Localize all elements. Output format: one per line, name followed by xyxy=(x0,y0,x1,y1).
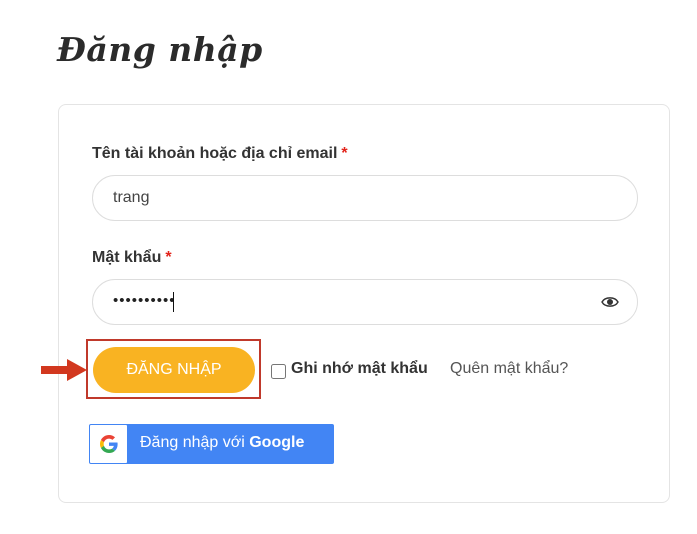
password-field[interactable]: •••••••••• xyxy=(92,279,638,325)
google-login-button[interactable]: Đăng nhập với Google xyxy=(89,424,334,464)
username-label-text: Tên tài khoản hoặc địa chỉ email xyxy=(92,145,338,162)
password-label: Mật khẩu * xyxy=(92,249,172,267)
password-required-mark: * xyxy=(165,249,172,266)
red-arrow-icon xyxy=(41,359,87,381)
username-required-mark: * xyxy=(341,145,348,162)
google-brand-text: Google xyxy=(249,434,305,451)
google-login-label: Đăng nhập với Google xyxy=(140,434,304,452)
forgot-password-link[interactable]: Quên mật khẩu? xyxy=(450,360,568,378)
username-label: Tên tài khoản hoặc địa chỉ email * xyxy=(92,145,348,163)
remember-checkbox[interactable] xyxy=(271,363,286,379)
username-input[interactable] xyxy=(93,176,593,220)
password-masked-value: •••••••••• xyxy=(113,292,176,309)
google-login-prefix: Đăng nhập với xyxy=(140,434,250,451)
eye-icon[interactable] xyxy=(601,295,619,309)
text-caret xyxy=(173,292,174,312)
username-field-wrapper xyxy=(92,175,638,221)
page-title: Đăng nhập xyxy=(57,30,263,69)
login-card: Tên tài khoản hoặc địa chỉ email* Mật kh… xyxy=(41,104,670,503)
google-logo-icon xyxy=(100,435,118,453)
password-label-text: Mật khẩu xyxy=(92,249,162,266)
login-button[interactable]: ĐĂNG NHẬP xyxy=(93,347,255,393)
remember-me[interactable]: Ghi nhớ mật khẩu xyxy=(271,360,428,379)
remember-label: Ghi nhớ mật khẩu xyxy=(291,360,428,377)
google-logo-container xyxy=(90,425,127,463)
